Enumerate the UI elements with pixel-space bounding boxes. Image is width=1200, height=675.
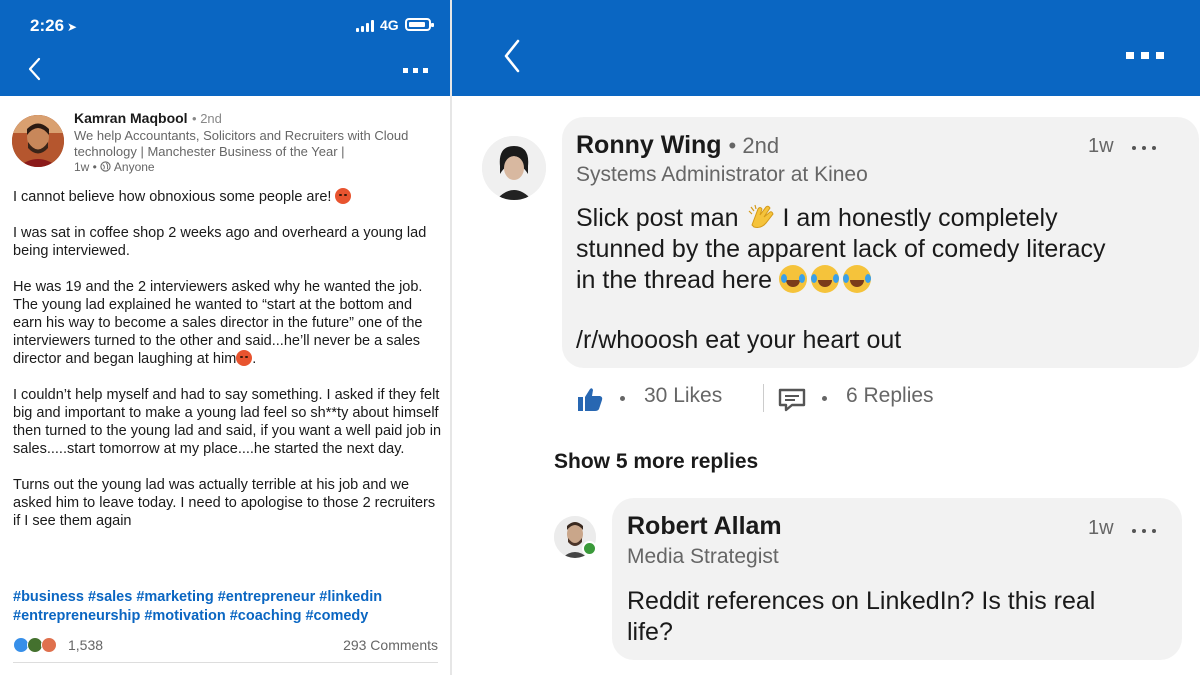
top-navigation-bar: 2:26 ➤ 4G [0,0,450,96]
location-arrow-icon: ➤ [67,20,78,34]
comment-line: I am honestly completely [782,204,1058,232]
comment-age: 1w [1088,135,1114,157]
connection-degree: • 2nd [728,133,780,158]
reaction-count[interactable]: 1,538 [68,637,103,653]
commenter-name[interactable]: Robert Allam [627,512,782,541]
online-status-indicator [582,541,597,556]
tears-of-joy-emoji-icon [842,265,871,293]
commenter-name-text: Ronny Wing [576,131,722,159]
post-paragraph: I was sat in coffee shop 2 weeks ago and… [13,225,427,259]
comment-age: 1w [1088,517,1114,539]
post-meta: 1w • Anyone [74,160,155,174]
show-more-replies-button[interactable]: Show 5 more replies [554,450,758,474]
post-screen: 2:26 ➤ 4G Kamran Maqbool • 2nd We help A… [0,0,450,675]
back-chevron-icon[interactable] [502,38,522,74]
comment-line: stunned by the apparent lack of comedy l… [576,235,1106,263]
network-type: 4G [380,17,399,33]
comment-line: in the thread here [576,266,772,294]
angry-emoji-icon [335,188,352,204]
reply-icon[interactable] [778,388,806,412]
clap-emoji-icon [748,204,774,228]
more-dots-icon[interactable] [1126,52,1164,60]
post-paragraph: Turns out the young lad was actually ter… [13,477,436,529]
more-dots-icon[interactable] [403,68,429,74]
status-bar-time: 2:26 ➤ [30,16,77,36]
separator-dot [620,396,625,401]
comment-actions: 30 Likes 6 Replies [576,384,996,414]
commenter-name[interactable]: Ronny Wing • 2nd [576,131,779,160]
comment-text: Slick post man I am honestly completely … [576,203,1105,296]
commenter-avatar[interactable] [482,136,546,200]
love-reaction-icon [41,637,57,653]
author-headline: We help Accountants, Solicitors and Recr… [74,128,409,159]
commenter-headline: Systems Administrator at Kineo [576,163,868,186]
post-body: I cannot believe how obnoxious some peop… [13,188,443,548]
post-text: He was 19 and the 2 interviewers asked w… [13,279,423,367]
comment-count[interactable]: 293 Comments [343,637,438,653]
comment-line: Slick post man [576,204,739,232]
comments-screen: Ronny Wing • 2nd Systems Administrator a… [450,0,1200,675]
tears-of-joy-emoji-icon [810,265,839,293]
divider [763,384,764,412]
back-chevron-icon[interactable] [26,56,44,82]
angry-emoji-icon [236,350,253,366]
post-hashtags[interactable]: #business #sales #marketing #entrepreneu… [13,588,443,626]
separator-dot [822,396,827,401]
author-line: Kamran Maqbool • 2nd [74,110,222,128]
battery-icon [405,18,434,31]
status-time-text: 2:26 [30,16,65,35]
comment-line: Reddit references on LinkedIn? Is this r… [627,587,1096,615]
comment-more-icon[interactable] [1132,529,1156,533]
author-name[interactable]: Kamran Maqbool [74,110,188,126]
post-visibility: Anyone [113,160,155,174]
reaction-icons [13,636,65,654]
replies-count[interactable]: 6 Replies [846,384,934,408]
post-age: 1w [74,160,90,174]
post-paragraph: I couldn’t help myself and had to say so… [13,387,442,457]
commenter-headline: Media Strategist [627,545,779,568]
post-text: . [252,351,257,367]
post-text: I cannot believe how obnoxious some peop… [13,189,332,205]
top-navigation-bar [452,0,1200,96]
thumbs-up-icon[interactable] [576,386,604,412]
comment-more-icon[interactable] [1132,146,1156,150]
globe-icon [100,161,111,172]
signal-icon [356,20,376,32]
screenshot-collage: 2:26 ➤ 4G Kamran Maqbool • 2nd We help A… [0,0,1200,675]
post-paragraph: I cannot believe how obnoxious some peop… [13,188,443,206]
comment-line: /r/whooosh eat your heart out [576,326,902,354]
comment-text: Reddit references on LinkedIn? Is this r… [627,586,1095,648]
reactions-bar[interactable]: 1,538 293 Comments [13,636,438,654]
post-paragraph: He was 19 and the 2 interviewers asked w… [13,278,443,368]
likes-count[interactable]: 30 Likes [644,384,722,408]
comment-line: life? [627,618,673,646]
divider [13,662,438,663]
crying-laughing-emoji-icon [778,265,807,293]
connection-degree: • 2nd [192,111,222,126]
author-avatar[interactable] [12,115,64,167]
